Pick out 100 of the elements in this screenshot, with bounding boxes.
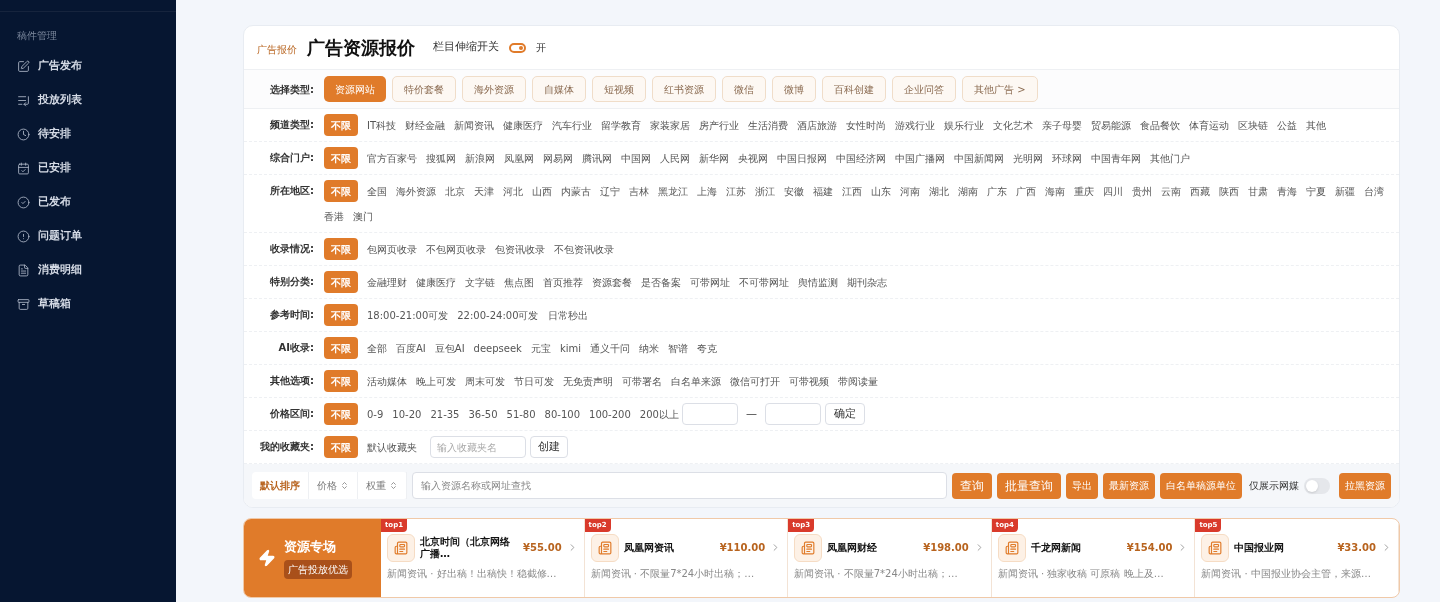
filter-option[interactable]: 豆包AI <box>434 337 465 359</box>
filter-option[interactable]: 周末可发 <box>465 370 505 392</box>
filter-option[interactable]: 新疆 <box>1335 180 1355 202</box>
filter-option[interactable]: 首页推荐 <box>543 271 583 293</box>
filter-option[interactable]: 广西 <box>1016 180 1036 202</box>
type-tab[interactable]: 特价套餐 <box>392 76 456 102</box>
filter-option[interactable]: 山东 <box>871 180 891 202</box>
filter-option[interactable]: 游戏行业 <box>895 114 936 136</box>
filter-option[interactable]: 其他门户 <box>1150 147 1190 169</box>
filter-option[interactable]: 光明网 <box>1013 147 1043 169</box>
filter-option[interactable]: 全国 <box>367 180 387 202</box>
filter-option[interactable]: 青海 <box>1277 180 1297 202</box>
filter-option[interactable]: 体育运动 <box>1189 114 1230 136</box>
filter-option[interactable]: 北京 <box>445 180 465 202</box>
filter-option[interactable]: 智谱 <box>668 337 688 359</box>
filter-option[interactable]: 节日可发 <box>514 370 554 392</box>
filter-option[interactable]: 中国网 <box>621 147 651 169</box>
filter-option[interactable]: 辽宁 <box>600 180 620 202</box>
min-price-field[interactable] <box>681 403 738 425</box>
filter-option[interactable]: 日常秒出 <box>547 304 588 326</box>
filter-option[interactable]: 可带网址 <box>690 271 730 293</box>
filter-option[interactable]: 中国广播网 <box>895 147 945 169</box>
type-tab[interactable]: 其他广告 > <box>962 76 1038 102</box>
sidebar-item[interactable]: 投放列表 <box>0 83 176 117</box>
filter-option[interactable]: 河南 <box>900 180 920 202</box>
type-tab[interactable]: 企业问答 <box>892 76 956 102</box>
filter-option[interactable]: 四川 <box>1103 180 1123 202</box>
filter-option[interactable]: 100-200 <box>589 403 631 425</box>
filter-option[interactable]: 不可带网址 <box>739 271 789 293</box>
filter-option[interactable]: 中国新闻网 <box>954 147 1004 169</box>
filter-option[interactable]: 云南 <box>1161 180 1181 202</box>
filter-option[interactable]: 环球网 <box>1052 147 1082 169</box>
filter-option[interactable]: 健康医疗 <box>416 271 456 293</box>
type-tab[interactable]: 海外资源 <box>462 76 526 102</box>
filter-option[interactable]: 是否备案 <box>641 271 681 293</box>
web-media-toggle[interactable] <box>1304 477 1330 494</box>
filter-option[interactable]: 可带视频 <box>789 370 829 392</box>
filter-option[interactable]: 宁夏 <box>1306 180 1326 202</box>
filter-option[interactable]: 安徽 <box>784 180 804 202</box>
filter-option[interactable]: 福建 <box>813 180 833 202</box>
filter-option[interactable]: 吉林 <box>629 180 649 202</box>
filter-option[interactable]: 生活消费 <box>748 114 789 136</box>
filter-option[interactable]: 广东 <box>987 180 1007 202</box>
filter-option[interactable]: 金融理财 <box>367 271 407 293</box>
sort-tab[interactable]: 默认排序 <box>252 472 309 499</box>
filter-option[interactable]: 80-100 <box>544 403 580 425</box>
filter-option[interactable]: 食品餐饮 <box>1140 114 1181 136</box>
filter-option[interactable]: 通义千问 <box>590 337 630 359</box>
filter-option[interactable]: 西藏 <box>1190 180 1210 202</box>
filter-option[interactable]: 官方百家号 <box>367 147 417 169</box>
type-tab[interactable]: 红书资源 <box>652 76 716 102</box>
filter-option[interactable]: IT科技 <box>367 114 397 136</box>
type-tab[interactable]: 百科创建 <box>822 76 886 102</box>
filter-option[interactable]: 舆情监测 <box>798 271 838 293</box>
filter-option[interactable]: 汽车行业 <box>552 114 593 136</box>
filter-option[interactable]: 腾讯网 <box>582 147 612 169</box>
filter-option[interactable]: 不包资讯收录 <box>554 238 614 260</box>
sidebar-item[interactable]: 待安排 <box>0 117 176 151</box>
filter-option[interactable]: 留学教育 <box>601 114 642 136</box>
filter-option[interactable]: 微信可打开 <box>730 370 780 392</box>
filter-option[interactable]: deepseek <box>473 337 522 359</box>
filter-option[interactable]: 贵州 <box>1132 180 1152 202</box>
filter-option[interactable]: 黑龙江 <box>658 180 688 202</box>
column-toggle[interactable] <box>509 42 526 53</box>
sidebar-item[interactable]: 消费明细 <box>0 253 176 287</box>
filter-option[interactable]: 内蒙古 <box>561 180 591 202</box>
filter-option[interactable]: 区块链 <box>1238 114 1269 136</box>
filter-option[interactable]: 房产行业 <box>699 114 740 136</box>
filter-option[interactable]: 元宝 <box>530 337 551 359</box>
filter-option[interactable]: 无免责声明 <box>563 370 613 392</box>
filter-option[interactable]: 包网页收录 <box>367 238 417 260</box>
filter-option[interactable]: 浙江 <box>755 180 775 202</box>
sidebar-item[interactable]: 草稿箱 <box>0 287 176 321</box>
filter-option[interactable]: 包资讯收录 <box>495 238 545 260</box>
type-tab[interactable]: 短视频 <box>592 76 646 102</box>
filter-option[interactable]: 女性时尚 <box>846 114 887 136</box>
filter-option[interactable]: 海外资源 <box>396 180 436 202</box>
type-tab[interactable]: 微博 <box>772 76 816 102</box>
type-tab[interactable]: 微信 <box>722 76 766 102</box>
filter-option[interactable]: 新浪网 <box>465 147 495 169</box>
sort-tab[interactable]: 价格 <box>309 472 358 499</box>
filter-option[interactable]: 澳门 <box>353 205 373 227</box>
filter-option[interactable]: 健康医疗 <box>503 114 544 136</box>
filter-option[interactable]: 山西 <box>532 180 552 202</box>
filter-option[interactable]: 陕西 <box>1219 180 1239 202</box>
filter-option[interactable]: 酒店旅游 <box>797 114 838 136</box>
search-field[interactable]: 输入资源名称或网址查找 <box>412 472 947 499</box>
filter-option[interactable]: 天津 <box>474 180 494 202</box>
filter-option[interactable]: 凤凰网 <box>504 147 534 169</box>
filter-option[interactable]: 0-9 <box>367 403 384 425</box>
filter-option[interactable]: kimi <box>559 337 581 359</box>
filter-option[interactable]: 中国青年网 <box>1091 147 1141 169</box>
filter-option[interactable]: 财经金融 <box>405 114 446 136</box>
filter-option[interactable]: 晚上可发 <box>416 370 456 392</box>
filter-option[interactable]: 搜狐网 <box>426 147 456 169</box>
filter-option[interactable]: 中国日报网 <box>777 147 827 169</box>
filter-option[interactable]: 18:00-21:00可发 <box>367 304 449 326</box>
filter-option[interactable]: 焦点图 <box>504 271 534 293</box>
filter-option[interactable]: 海南 <box>1045 180 1065 202</box>
filter-option[interactable]: 甘肃 <box>1248 180 1268 202</box>
